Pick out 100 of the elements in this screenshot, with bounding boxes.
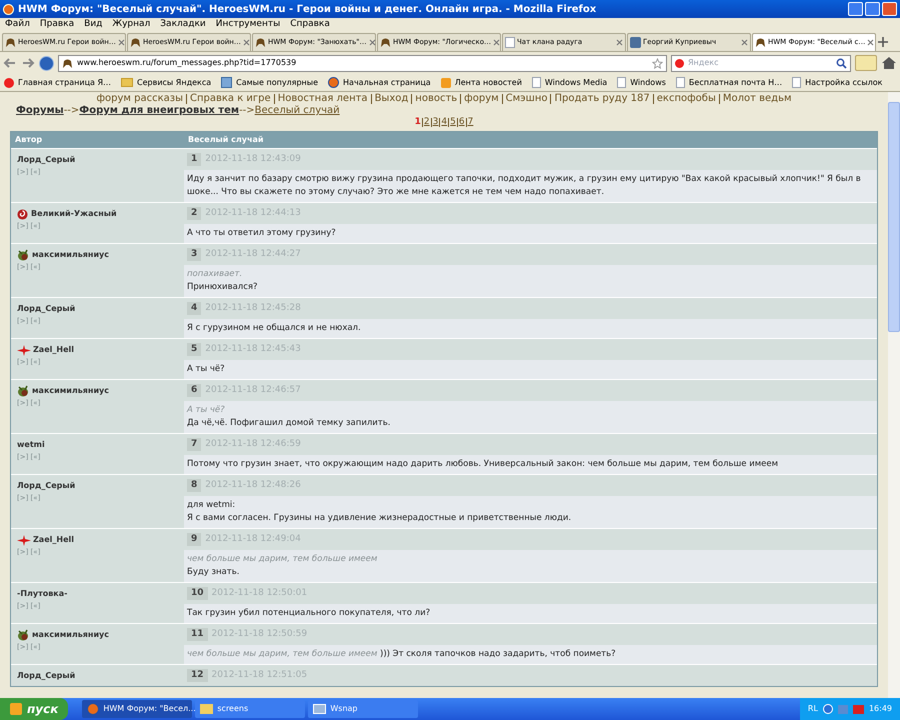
post-text: Буду знать. <box>187 567 240 577</box>
close-icon[interactable] <box>242 39 250 46</box>
close-icon[interactable] <box>741 39 748 46</box>
home-page-icon[interactable] <box>39 56 54 70</box>
page-link[interactable]: 1 <box>414 117 421 128</box>
nav-link[interactable]: форум рассказы <box>96 93 183 105</box>
page-link[interactable]: 6 <box>458 117 465 128</box>
taskbar-button[interactable]: screens <box>195 700 306 718</box>
menu-item[interactable]: Файл <box>5 18 30 32</box>
tray-icon[interactable] <box>822 704 833 714</box>
close-icon[interactable] <box>616 39 623 46</box>
address-field[interactable]: www.heroeswm.ru/forum_messages.php?tid=1770539 <box>58 54 667 72</box>
start-button[interactable]: пуск <box>0 698 68 720</box>
nav-link[interactable]: Выход <box>374 93 408 105</box>
author-name[interactable]: Лорд_Серый <box>17 303 76 315</box>
bookmark-item[interactable]: Windows <box>617 76 666 88</box>
folder-icon <box>121 78 134 87</box>
author-name[interactable]: максимильяниус <box>32 249 110 261</box>
breadcrumb-separator: --> <box>64 105 80 117</box>
bookmark-item[interactable]: Бесплатная почта Н… <box>676 76 782 88</box>
breadcrumb-separator: --> <box>239 105 255 117</box>
vertical-scrollbar[interactable] <box>888 92 900 698</box>
author-name[interactable]: максимильяниус <box>32 385 110 397</box>
address-text: www.heroeswm.ru/forum_messages.php?tid=1770539 <box>77 57 298 69</box>
post-number: 11 <box>187 628 208 642</box>
creature-badge-icon <box>17 385 30 397</box>
nav-link[interactable]: Молот ведьм <box>722 93 792 105</box>
page-link[interactable]: 7 <box>468 117 474 128</box>
author-name[interactable]: wetmi <box>17 439 45 451</box>
page-link[interactable]: 3 <box>432 117 438 128</box>
breadcrumb-link[interactable]: Веселый случай <box>254 105 340 117</box>
post-text: А ты чё? <box>187 364 225 374</box>
bookmark-item[interactable]: Windows Media <box>532 76 608 88</box>
menu-item[interactable]: Инструменты <box>216 18 280 32</box>
author-name[interactable]: Лорд_Серый <box>17 154 76 166</box>
windows-logo-icon <box>10 703 22 715</box>
nav-link[interactable]: Смэшно <box>506 93 548 105</box>
author-name[interactable]: Zael_Hell <box>33 344 74 356</box>
star-icon[interactable] <box>652 58 663 68</box>
scroll-thumb[interactable] <box>888 102 900 332</box>
bookmark-icon <box>221 77 232 88</box>
page-link[interactable]: 4 <box>441 117 448 128</box>
post-text: А что ты ответил этому грузину? <box>187 228 336 238</box>
bookmark-item[interactable]: Начальная страница <box>328 76 431 88</box>
quoted-text: попахивает. <box>187 269 242 279</box>
author-name[interactable]: максимильяниус <box>32 629 110 641</box>
clock: 16:49 <box>868 703 892 715</box>
helmet-icon <box>255 37 266 48</box>
author-name[interactable]: Zael_Hell <box>33 534 74 546</box>
social-icon <box>630 37 641 48</box>
nav-link[interactable]: новость <box>415 93 458 105</box>
page-link[interactable]: 2 <box>424 117 430 128</box>
bookmark-item[interactable]: Сервисы Яндекса <box>121 76 212 88</box>
back-icon[interactable] <box>3 56 17 70</box>
nav-link[interactable]: Справка к игре <box>190 93 271 105</box>
menu-item[interactable]: Правка <box>40 18 74 32</box>
close-icon[interactable] <box>867 39 874 46</box>
author-name[interactable]: Великий-Ужасный <box>31 208 117 220</box>
author-name[interactable]: Лорд_Серый <box>17 480 76 492</box>
menu-item[interactable]: Справка <box>290 18 330 32</box>
post-number: 6 <box>187 384 202 398</box>
close-icon[interactable] <box>493 39 500 46</box>
bookmark-item[interactable]: Настройка ссылок <box>792 76 882 88</box>
taskbar-button[interactable]: Wsnap <box>308 700 418 718</box>
search-icon[interactable] <box>836 58 847 68</box>
cross-badge-icon <box>17 344 31 356</box>
post-text: ))) Эт сколя тапочков надо задарить, чтоб поиметь? <box>379 649 616 659</box>
helmet-icon <box>130 37 141 48</box>
breadcrumb-link[interactable]: Форум для внеигровых тем <box>79 105 240 117</box>
menu-item[interactable]: Вид <box>84 18 102 32</box>
home-icon[interactable] <box>881 56 897 70</box>
author-name[interactable]: -Плутовка- <box>17 588 68 600</box>
globe-icon <box>3 4 14 14</box>
taskbar-button[interactable]: HWM Форум: "Весел... <box>82 700 192 718</box>
close-icon[interactable] <box>368 39 376 46</box>
page-link[interactable]: 5 <box>450 117 456 128</box>
author-name[interactable]: Лорд_Серый <box>17 670 76 682</box>
globe-icon <box>328 77 340 88</box>
post-text: Так грузин убил потенциального покупателя, что ли? <box>187 608 430 618</box>
breadcrumb-link[interactable]: Форумы <box>16 105 64 117</box>
nav-link[interactable]: форум <box>464 93 499 105</box>
menu-item[interactable]: Журнал <box>112 18 150 32</box>
post-number: 8 <box>187 478 202 492</box>
nav-link[interactable]: Продать руду 187 <box>554 93 650 105</box>
bookmark-item[interactable]: Самые популярные <box>221 76 318 88</box>
nav-link[interactable]: експофобы <box>656 93 716 105</box>
minimize-button[interactable] <box>848 2 863 16</box>
post-number: 12 <box>187 668 208 682</box>
bookmark-item[interactable]: Главная страница Я… <box>4 76 112 88</box>
maximize-button[interactable] <box>865 2 880 16</box>
post-text: Я с гурузином не общался и не нюхал. <box>187 323 361 333</box>
menu-item[interactable]: Закладки <box>160 18 206 32</box>
bookmark-item[interactable]: Лента новостей <box>440 76 522 88</box>
close-icon[interactable] <box>118 39 125 46</box>
close-button[interactable] <box>882 2 897 16</box>
forward-icon[interactable] <box>21 56 35 70</box>
window-title: HWM Форум: "Веселый случай". HeroesWM.ru - Герои войны и денег. Онлайн игра. - Mozilla Firefox <box>18 2 598 16</box>
nav-link[interactable]: Новостная лента <box>278 93 368 105</box>
page-icon <box>676 77 685 88</box>
post-text: для wetmi: <box>187 500 236 510</box>
